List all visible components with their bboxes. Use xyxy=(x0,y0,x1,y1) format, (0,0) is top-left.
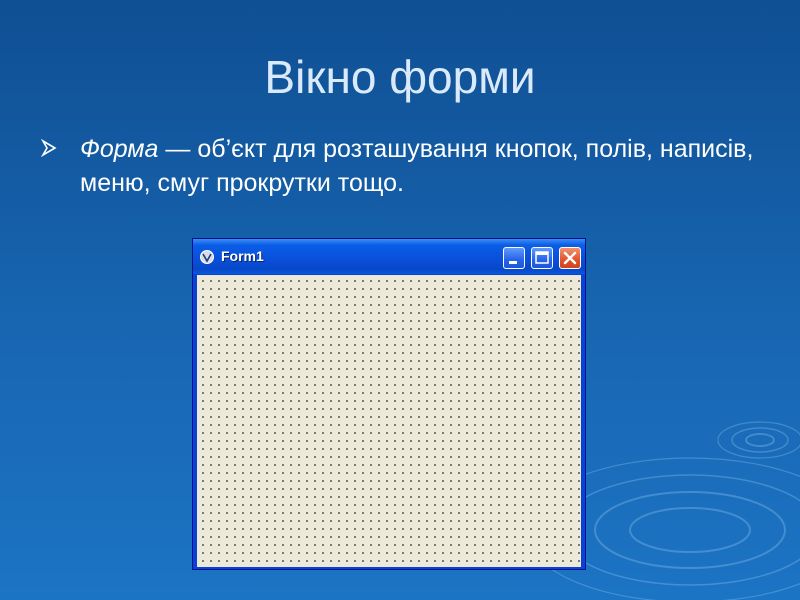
arrow-bullet-icon xyxy=(40,139,57,157)
close-icon xyxy=(563,251,577,265)
window-title: Form1 xyxy=(221,248,264,264)
form-window[interactable]: Form1 xyxy=(192,238,586,570)
minimize-icon xyxy=(509,261,517,264)
vb-form-icon xyxy=(200,250,214,264)
bullet-description: — об’єкт для розташування кнопок, полів,… xyxy=(80,135,754,197)
slide-title: Вікно форми xyxy=(264,51,536,103)
maximize-button[interactable] xyxy=(531,247,553,269)
close-button[interactable] xyxy=(559,247,581,269)
window-title-bar[interactable]: Form1 xyxy=(193,239,585,274)
minimize-button[interactable] xyxy=(503,247,525,269)
bullet-text: Форма — об’єкт для розташування кнопок, … xyxy=(80,132,760,200)
maximize-icon xyxy=(535,251,549,264)
form-design-grid[interactable] xyxy=(197,275,581,567)
bullet-term: Форма xyxy=(80,135,159,163)
